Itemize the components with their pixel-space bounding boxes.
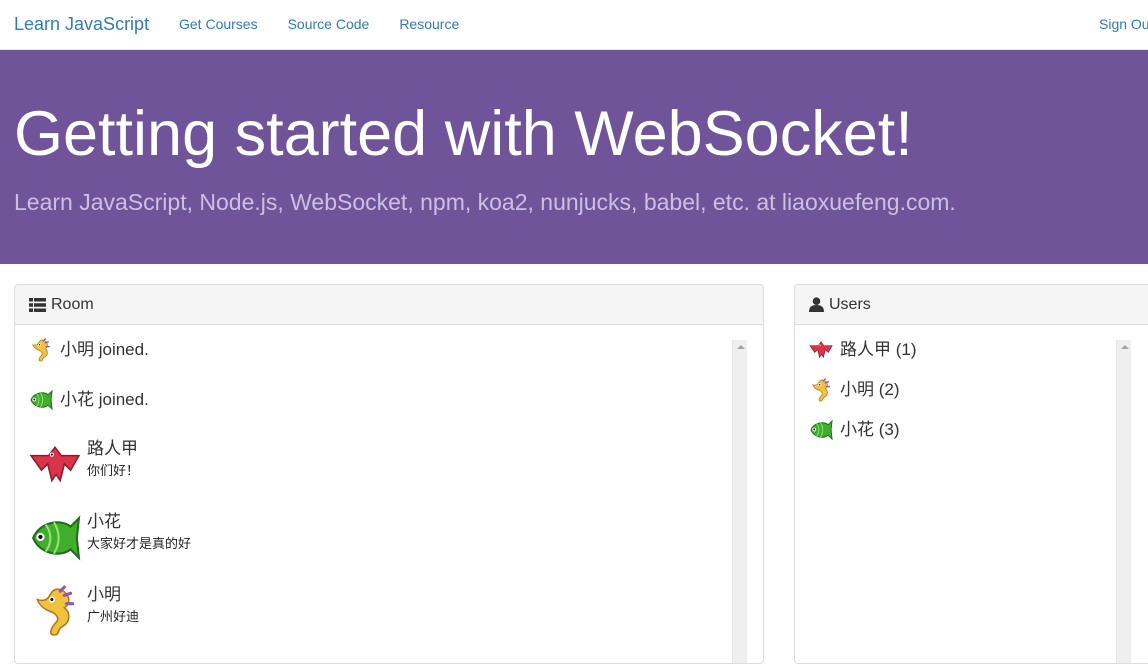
user-item[interactable]: 路人甲 (1): [809, 337, 917, 363]
user-icon: [809, 297, 824, 312]
user-list: 路人甲 (1) 小明 (2) 小花 (3): [809, 337, 917, 457]
room-heading-label: Room: [51, 295, 94, 313]
top-navbar: Learn JavaScript Get Courses Source Code…: [0, 0, 1148, 50]
nav-link-resource[interactable]: Resource: [399, 16, 459, 33]
user-label: 小花 (3): [840, 420, 900, 439]
nav-link-get-courses[interactable]: Get Courses: [179, 16, 258, 33]
room-panel: Room 小明 joined. 小花 joined. 路人甲 你们好！ 小花 大…: [14, 284, 764, 664]
chat-message: 小明 广州好迪: [29, 583, 729, 656]
nav-link-source-code[interactable]: Source Code: [288, 16, 370, 33]
seahorse-avatar: [29, 585, 81, 637]
page-title: Getting started with WebSocket!: [14, 99, 913, 169]
scroll-up-arrow-icon[interactable]: [1121, 345, 1129, 349]
join-event: 小明 joined.: [29, 337, 729, 363]
chat-message: 路人甲 你们好！: [29, 437, 729, 510]
jumbotron: Getting started with WebSocket! Learn Ja…: [0, 50, 1148, 264]
room-panel-heading: Room: [15, 285, 763, 325]
fish-avatar: [29, 512, 81, 564]
sign-out-link[interactable]: Sign Out: [1099, 16, 1148, 33]
users-panel: Users 路人甲 (1) 小明 (2) 小花 (3): [794, 284, 1148, 664]
brand-link[interactable]: Learn JavaScript: [14, 13, 149, 35]
users-scrollbar[interactable]: [1116, 340, 1131, 663]
nav-links: Get Courses Source Code Resource: [179, 16, 459, 33]
user-label: 小明 (2): [840, 380, 900, 399]
chat-message: 小花 大家好才是真的好: [29, 510, 729, 583]
list-icon: [29, 297, 46, 312]
message-author: 小花: [87, 512, 121, 531]
users-heading-label: Users: [829, 295, 871, 313]
users-list-body[interactable]: 路人甲 (1) 小明 (2) 小花 (3): [795, 325, 1148, 663]
scroll-up-arrow-icon[interactable]: [737, 345, 745, 349]
message-text: 你们好！: [87, 463, 140, 478]
seahorse-avatar: [29, 338, 53, 362]
join-event-text: 小花 joined.: [60, 390, 149, 409]
room-scrollbar[interactable]: [732, 340, 747, 663]
join-event: 小花 joined.: [29, 387, 729, 413]
message-author: 路人甲: [87, 439, 138, 458]
room-messages-body[interactable]: 小明 joined. 小花 joined. 路人甲 你们好！ 小花 大家好才是真…: [15, 325, 763, 663]
join-event-text: 小明 joined.: [60, 340, 149, 359]
user-item[interactable]: 小花 (3): [809, 417, 917, 443]
users-panel-heading: Users: [795, 285, 1148, 325]
bird-avatar: [29, 439, 81, 491]
user-label: 路人甲 (1): [840, 340, 917, 359]
fish-avatar: [29, 388, 53, 412]
bird-avatar: [809, 338, 833, 362]
message-text: 大家好才是真的好: [87, 536, 192, 551]
user-item[interactable]: 小明 (2): [809, 377, 917, 403]
message-text: 广州好迪: [87, 609, 140, 624]
message-author: 小明: [87, 585, 121, 604]
page-subtitle: Learn JavaScript, Node.js, WebSocket, np…: [14, 189, 956, 215]
message-list: 小明 joined. 小花 joined. 路人甲 你们好！ 小花 大家好才是真…: [29, 337, 729, 656]
fish-avatar: [809, 418, 833, 442]
seahorse-avatar: [809, 378, 833, 402]
